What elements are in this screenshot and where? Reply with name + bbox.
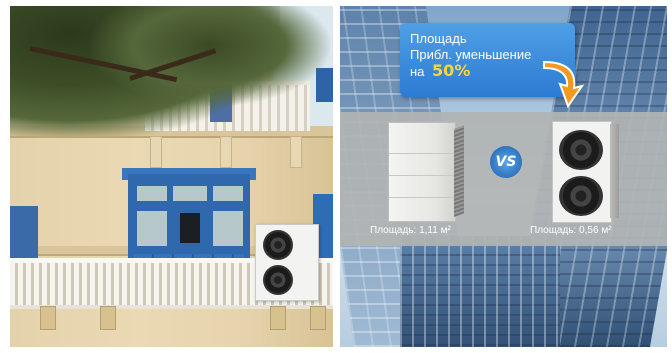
- comparison-panel: Площадь Прибл. уменьшение на 50% VS Площ…: [340, 6, 667, 347]
- tree-foliage: [90, 6, 330, 106]
- skyscraper: [400, 236, 560, 347]
- callout-title: Площадь: [410, 31, 467, 46]
- vrf-unit-side-grille: [454, 125, 464, 217]
- callout-prefix: на: [410, 64, 425, 79]
- building-photo: [10, 6, 333, 347]
- curved-arrow-icon: [543, 60, 585, 108]
- fan-icon: [263, 265, 293, 295]
- open-window: [180, 213, 200, 243]
- vs-badge: VS: [490, 146, 522, 178]
- vrf-outdoor-unit: [388, 122, 456, 222]
- fan-icon: [263, 230, 293, 260]
- fan-icon: [559, 130, 603, 170]
- pilaster: [220, 136, 232, 168]
- pilaster: [290, 136, 302, 168]
- area-caption-left: Площадь: 1,11 м²: [370, 225, 451, 236]
- balcony-bracket: [270, 306, 286, 330]
- mini-unit-side: [610, 124, 619, 218]
- balcony-bracket: [310, 306, 326, 330]
- ac-outdoor-unit: [255, 224, 319, 301]
- reduction-percent: 50%: [432, 61, 471, 80]
- balcony-bracket: [100, 306, 116, 330]
- pilaster: [150, 136, 162, 168]
- area-caption-right: Площадь: 0,56 м²: [530, 225, 612, 236]
- balcony-bracket: [40, 306, 56, 330]
- mini-vrf-outdoor-unit: [552, 121, 612, 223]
- fan-icon: [559, 176, 603, 216]
